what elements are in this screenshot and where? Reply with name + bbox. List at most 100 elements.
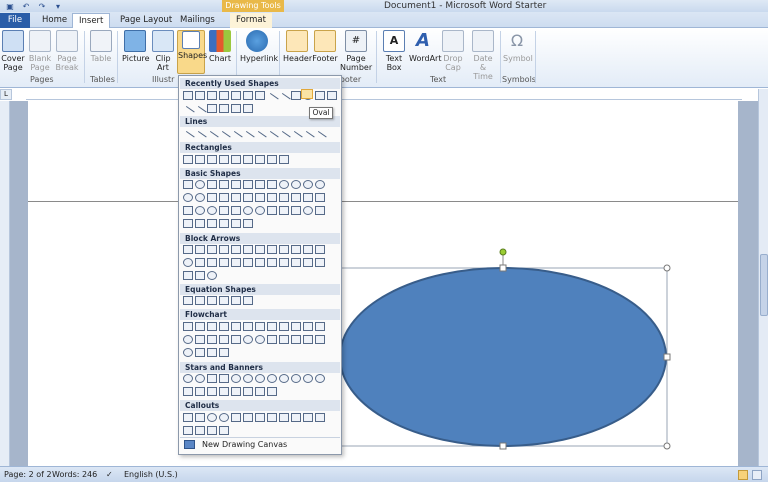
shape-item[interactable] [231, 219, 241, 228]
tab-format[interactable]: Format [230, 13, 272, 28]
date-time-button[interactable]: Date & Time [470, 30, 496, 81]
shape-item[interactable] [267, 322, 277, 331]
shape-item[interactable] [219, 374, 229, 383]
shape-item[interactable] [303, 193, 313, 202]
shape-item[interactable] [183, 296, 193, 305]
shape-item[interactable] [255, 180, 265, 189]
shape-item[interactable] [315, 413, 325, 422]
oval-shape[interactable] [340, 248, 672, 452]
shape-item[interactable] [315, 193, 325, 202]
rotation-handle[interactable] [499, 248, 507, 256]
shape-item[interactable] [207, 245, 217, 254]
shape-item[interactable] [195, 180, 205, 189]
shape-item[interactable] [219, 322, 229, 331]
shape-item[interactable] [231, 258, 241, 267]
shape-item[interactable] [255, 335, 265, 344]
shape-item[interactable] [195, 426, 205, 435]
shape-item[interactable] [303, 258, 313, 267]
scroll-thumb[interactable] [760, 254, 768, 316]
shape-item[interactable] [303, 413, 313, 422]
shape-item[interactable] [183, 245, 193, 254]
shape-item[interactable] [255, 245, 265, 254]
shape-item[interactable] [291, 91, 301, 100]
shape-item[interactable] [243, 374, 253, 383]
shape-item[interactable] [291, 193, 301, 202]
shape-item[interactable] [279, 155, 289, 164]
shape-item[interactable] [243, 193, 253, 202]
shape-item[interactable] [195, 348, 205, 357]
shape-item[interactable] [243, 322, 253, 331]
tab-selector[interactable]: L [0, 89, 12, 100]
shape-item[interactable] [207, 426, 217, 435]
shape-item[interactable] [183, 180, 193, 189]
shape-item[interactable] [231, 206, 241, 215]
language-status[interactable]: English (U.S.) [124, 467, 178, 483]
word-count-status[interactable]: Words: 246 [52, 467, 97, 483]
shape-item[interactable] [315, 374, 325, 383]
shape-item[interactable] [195, 206, 205, 215]
shape-item[interactable] [195, 374, 205, 383]
shape-item[interactable] [231, 335, 241, 344]
shape-item[interactable] [231, 296, 241, 305]
shape-item[interactable] [219, 335, 229, 344]
drop-cap-button[interactable]: Drop Cap [441, 30, 465, 72]
header-button[interactable]: Header [283, 30, 312, 63]
resize-handle[interactable] [663, 442, 671, 450]
clip-art-button[interactable]: Clip Art [151, 30, 175, 72]
shape-item[interactable] [195, 193, 205, 202]
shape-item[interactable] [219, 193, 229, 202]
shape-item[interactable] [183, 155, 193, 164]
shape-item[interactable] [279, 193, 289, 202]
resize-handle[interactable] [663, 353, 671, 361]
shape-item[interactable] [291, 206, 301, 215]
shape-item[interactable] [183, 258, 193, 267]
shape-item[interactable] [315, 206, 325, 215]
shape-item[interactable] [183, 322, 193, 331]
shape-item[interactable] [207, 206, 217, 215]
resize-handle[interactable] [499, 264, 507, 272]
oval-shape-option-highlight[interactable] [301, 89, 313, 99]
shape-item[interactable] [195, 413, 205, 422]
page-count-status[interactable]: Page: 2 of 2 [4, 467, 52, 483]
shape-item[interactable] [243, 245, 253, 254]
chart-button[interactable]: Chart [208, 30, 232, 63]
shape-item[interactable] [315, 245, 325, 254]
shape-item[interactable] [207, 271, 217, 280]
shape-item[interactable] [219, 387, 229, 396]
shape-item[interactable] [219, 91, 229, 100]
shape-item[interactable] [315, 322, 325, 331]
shape-item[interactable] [183, 426, 193, 435]
shape-item[interactable] [219, 426, 229, 435]
shape-item[interactable] [195, 335, 205, 344]
tab-home[interactable]: Home [36, 13, 73, 28]
shape-item[interactable] [279, 258, 289, 267]
shape-item[interactable] [267, 387, 277, 396]
shape-item[interactable] [243, 296, 253, 305]
shape-item[interactable] [219, 245, 229, 254]
shape-item[interactable] [207, 91, 217, 100]
print-layout-view-icon[interactable] [738, 470, 748, 480]
vertical-scrollbar[interactable] [758, 89, 768, 466]
shape-item[interactable] [183, 387, 193, 396]
shape-item[interactable] [279, 322, 289, 331]
shape-item[interactable] [243, 258, 253, 267]
redo-icon[interactable]: ↷ [36, 1, 48, 11]
shape-item[interactable] [219, 155, 229, 164]
shape-item[interactable] [255, 413, 265, 422]
shape-item[interactable] [183, 374, 193, 383]
shape-item[interactable] [279, 206, 289, 215]
page-number-button[interactable]: # Page Number [340, 30, 372, 72]
shape-item[interactable] [183, 271, 193, 280]
shape-item[interactable] [219, 206, 229, 215]
shape-item[interactable] [207, 193, 217, 202]
shape-item[interactable] [291, 180, 301, 189]
shape-item[interactable] [231, 155, 241, 164]
shape-item[interactable] [303, 180, 313, 189]
footer-button[interactable]: Footer [312, 30, 338, 63]
shape-item[interactable] [291, 245, 301, 254]
proofing-icon[interactable]: ✓ [106, 467, 113, 483]
shape-item[interactable] [243, 387, 253, 396]
shape-item[interactable] [267, 335, 277, 344]
shape-item[interactable] [231, 374, 241, 383]
shape-item[interactable] [327, 91, 337, 100]
